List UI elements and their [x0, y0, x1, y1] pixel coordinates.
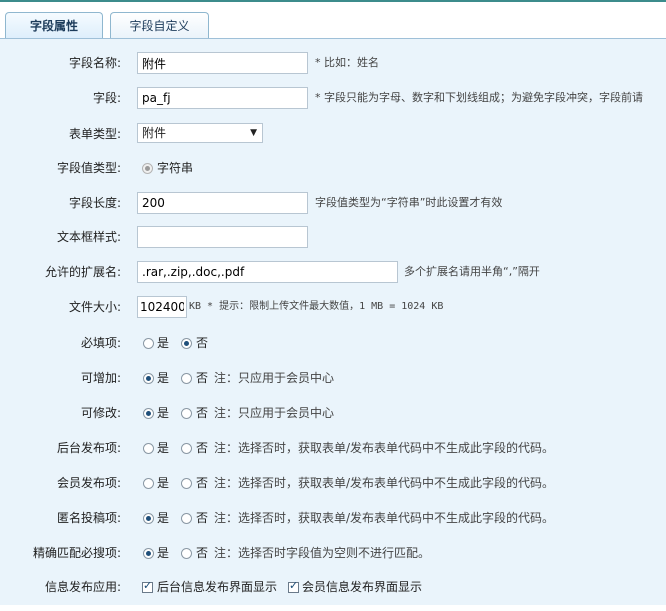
field-key-input[interactable] [137, 87, 308, 109]
label-value-type: 字段值类型: [56, 161, 121, 175]
editable-yes-radio[interactable] [143, 408, 154, 419]
member-display-label: 会员信息发布界面显示 [302, 580, 423, 594]
member-publish-yes-radio[interactable] [143, 478, 154, 489]
label-extensions: 允许的扩展名: [44, 265, 121, 279]
row-field-name: 字段名称: * 比如：姓名 [0, 52, 666, 87]
row-editable: 可修改: 是 否 注：只应用于会员中心 [0, 402, 666, 437]
chevron-down-icon: ▼ [250, 128, 257, 138]
addable-yes-label: 是 [157, 371, 170, 385]
label-anon-submit: 匿名投稿项: [56, 511, 121, 525]
note-addable: 注：只应用于会员中心 [214, 371, 335, 385]
label-info-publish: 信息发布应用: [44, 580, 121, 594]
row-member-publish: 会员发布项: 是 否 注：选择否时，获取表单/发布表单代码中不生成此字段的代码。 [0, 472, 666, 507]
value-type-string-label: 字符串 [157, 161, 194, 175]
label-textbox-style: 文本框样式: [56, 230, 121, 244]
anon-submit-no-label: 否 [196, 511, 209, 525]
row-backend-publish: 后台发布项: 是 否 注：选择否时，获取表单/发布表单代码中不生成此字段的代码。 [0, 437, 666, 472]
member-publish-yes-label: 是 [157, 476, 170, 490]
label-required: 必填项: [80, 336, 121, 350]
field-name-input[interactable] [137, 52, 308, 74]
extensions-input[interactable] [137, 261, 398, 283]
member-display-checkbox[interactable] [288, 579, 299, 593]
editable-no-label: 否 [196, 406, 209, 420]
row-field-length: 字段长度: 字段值类型为“字符串”时此设置才有效 [0, 192, 666, 227]
row-anon-submit: 匿名投稿项: 是 否 注：选择否时，获取表单/发布表单代码中不生成此字段的代码。 [0, 507, 666, 542]
backend-display-checkbox[interactable] [142, 579, 153, 593]
addable-no-label: 否 [196, 371, 209, 385]
hint-field-name: * 比如：姓名 [315, 56, 379, 69]
backend-publish-yes-radio[interactable] [143, 443, 154, 454]
anon-submit-yes-label: 是 [157, 511, 170, 525]
value-type-string-radio[interactable] [142, 163, 153, 174]
anon-submit-yes-radio[interactable] [143, 513, 154, 524]
row-file-size: 文件大小: KB * 提示：限制上传文件最大数值，1 MB = 1024 KB [0, 296, 666, 331]
label-field-length: 字段长度: [68, 196, 121, 210]
required-yes-radio[interactable] [143, 338, 154, 349]
field-length-input[interactable] [137, 192, 308, 214]
required-no-label: 否 [196, 336, 209, 350]
addable-yes-radio[interactable] [143, 373, 154, 384]
required-no-radio[interactable] [181, 338, 192, 349]
addable-no-radio[interactable] [181, 373, 192, 384]
exact-match-yes-label: 是 [157, 546, 170, 560]
exact-match-yes-radio[interactable] [143, 548, 154, 559]
note-exact-match: 注：选择否时字段值为空则不进行匹配。 [214, 546, 431, 560]
editable-yes-label: 是 [157, 406, 170, 420]
file-size-input[interactable] [137, 296, 187, 318]
textbox-style-input[interactable] [137, 226, 308, 248]
label-form-type: 表单类型: [68, 127, 121, 141]
tab-field-custom[interactable]: 字段自定义 [110, 12, 209, 40]
row-exact-match: 精确匹配必搜项: 是 否 注：选择否时字段值为空则不进行匹配。 [0, 542, 666, 577]
editable-no-radio[interactable] [181, 408, 192, 419]
required-yes-label: 是 [157, 336, 170, 350]
form-panel: 字段名称: * 比如：姓名 字段: * 字段只能为字母、数字和下划线组成；为避免… [0, 38, 666, 605]
backend-publish-no-radio[interactable] [181, 443, 192, 454]
tab-bar: 字段属性 字段自定义 [0, 3, 666, 41]
label-file-size: 文件大小: [68, 300, 121, 314]
hint-extensions: 多个扩展名请用半角“,”隔开 [404, 265, 540, 278]
label-backend-publish: 后台发布项: [56, 441, 121, 455]
note-member-publish: 注：选择否时，获取表单/发布表单代码中不生成此字段的代码。 [214, 476, 555, 490]
member-publish-no-radio[interactable] [181, 478, 192, 489]
row-addable: 可增加: 是 否 注：只应用于会员中心 [0, 367, 666, 402]
backend-publish-yes-label: 是 [157, 441, 170, 455]
top-accent-line [0, 0, 666, 2]
row-textbox-style: 文本框样式: [0, 226, 666, 261]
anon-submit-no-radio[interactable] [181, 513, 192, 524]
tab-field-properties[interactable]: 字段属性 [5, 12, 103, 41]
note-anon-submit: 注：选择否时，获取表单/发布表单代码中不生成此字段的代码。 [214, 511, 555, 525]
label-member-publish: 会员发布项: [56, 476, 121, 490]
exact-match-no-label: 否 [196, 546, 209, 560]
row-form-type: 表单类型: 附件 ▼ [0, 123, 666, 158]
label-addable: 可增加: [80, 371, 121, 385]
hint-field-key: * 字段只能为字母、数字和下划线组成；为避免字段冲突，字段前请 [315, 91, 643, 104]
row-required: 必填项: 是 否 [0, 332, 666, 367]
label-exact-match: 精确匹配必搜项: [32, 546, 121, 560]
note-editable: 注：只应用于会员中心 [214, 406, 335, 420]
note-backend-publish: 注：选择否时，获取表单/发布表单代码中不生成此字段的代码。 [214, 441, 555, 455]
row-value-type: 字段值类型: 字符串 [0, 157, 666, 192]
form-type-select[interactable]: 附件 ▼ [137, 123, 263, 143]
exact-match-no-radio[interactable] [181, 548, 192, 559]
row-field-key: 字段: * 字段只能为字母、数字和下划线组成；为避免字段冲突，字段前请 [0, 87, 666, 122]
label-field-key: 字段: [92, 91, 121, 105]
form-type-value: 附件 [142, 126, 167, 140]
member-publish-no-label: 否 [196, 476, 209, 490]
row-info-publish: 信息发布应用: 后台信息发布界面显示 会员信息发布界面显示 [0, 576, 666, 611]
hint-file-size: KB * 提示：限制上传文件最大数值，1 MB = 1024 KB [189, 301, 444, 312]
row-extensions: 允许的扩展名: 多个扩展名请用半角“,”隔开 [0, 261, 666, 296]
backend-publish-no-label: 否 [196, 441, 209, 455]
label-field-name: 字段名称: [68, 56, 121, 70]
backend-display-label: 后台信息发布界面显示 [157, 580, 278, 594]
hint-field-length: 字段值类型为“字符串”时此设置才有效 [315, 196, 503, 209]
label-editable: 可修改: [80, 406, 121, 420]
